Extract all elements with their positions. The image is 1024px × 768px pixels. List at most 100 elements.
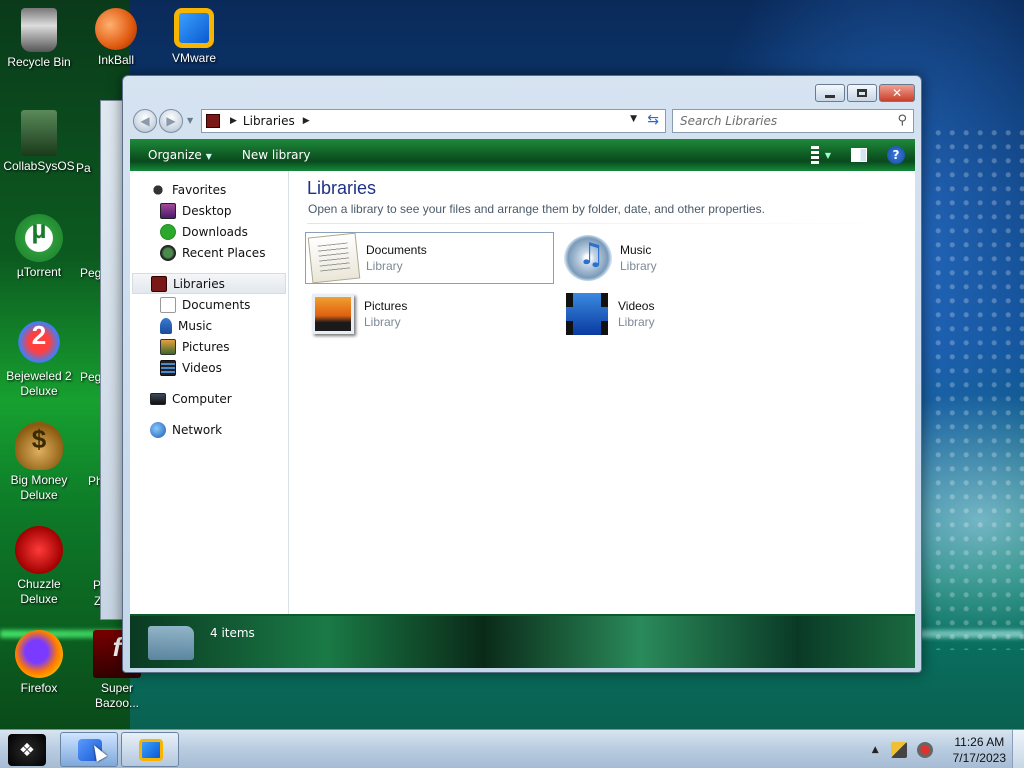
maximize-button[interactable] <box>847 84 877 102</box>
command-bar-right: ▼ ? <box>799 146 905 164</box>
organize-button[interactable]: Organize ▼ <box>148 148 212 162</box>
minimize-icon <box>825 94 835 98</box>
action-center-flag-icon[interactable] <box>890 742 907 758</box>
desktop-icon <box>160 202 176 219</box>
close-button[interactable]: ✕ <box>879 84 915 102</box>
desktop-icon-label: VMware <box>171 51 216 65</box>
nav-videos[interactable]: Videos <box>130 357 288 378</box>
nav-label: Recent Places <box>182 245 266 260</box>
computer-icon <box>150 392 166 405</box>
address-bar[interactable]: ▶ Libraries ▶ ▼ ⇆ <box>201 109 666 133</box>
desktop-icon-label: µTorrent <box>16 265 62 279</box>
clock-date: 7/17/2023 <box>952 751 1006 765</box>
start-button[interactable]: ❖ <box>8 734 46 766</box>
windows-logo-icon: ❖ <box>18 739 36 761</box>
recent-pages-dropdown-icon[interactable]: ▼ <box>187 116 193 125</box>
back-arrow-icon: ◀ <box>140 114 150 128</box>
nav-favorites[interactable]: Favorites <box>130 179 288 200</box>
wallpaper-bubbles <box>934 130 1024 650</box>
nav-label: Favorites <box>172 182 227 197</box>
desktop-icon-utorrent[interactable]: µ µTorrent <box>0 214 78 280</box>
libraries-icon <box>151 275 167 292</box>
nav-documents[interactable]: Documents <box>130 294 288 315</box>
nav-network[interactable]: Network <box>130 419 288 440</box>
search-input[interactable]: Search Libraries ⚲ <box>672 109 914 133</box>
back-button[interactable]: ◀ <box>133 109 157 133</box>
library-tile-pictures[interactable]: Pictures Library <box>305 288 554 340</box>
big-money-icon: $ <box>15 422 63 470</box>
desktop-icon-label: InkBall <box>97 53 135 67</box>
system-tray: ▲ 11:26 AM 7/17/2023 <box>872 734 1006 766</box>
utorrent-icon: µ <box>15 214 63 262</box>
breadcrumb-libraries[interactable]: Libraries <box>243 114 295 128</box>
nav-label: Documents <box>182 297 251 312</box>
nav-downloads[interactable]: Downloads <box>130 221 288 242</box>
new-library-button[interactable]: New library <box>242 148 311 162</box>
desktop-icon-label: Big Money Deluxe <box>10 473 68 502</box>
desktop-icon-firefox[interactable]: Firefox <box>0 630 78 696</box>
content-pane: Libraries Open a library to see your fil… <box>289 171 915 614</box>
clock-time: 11:26 AM <box>954 735 1005 749</box>
minimize-button[interactable] <box>815 84 845 102</box>
tile-name: Videos <box>618 299 655 313</box>
details-pane: 4 items <box>130 614 915 668</box>
libraries-folder-icon <box>148 626 194 660</box>
show-hidden-icons-icon[interactable]: ▲ <box>872 745 879 755</box>
address-dropdown-icon[interactable]: ▼ <box>630 114 637 124</box>
breadcrumb-chevron-icon[interactable]: ▶ <box>230 116 237 126</box>
command-bar: Organize ▼ New library ▼ ? <box>130 139 915 171</box>
show-desktop-button[interactable] <box>1012 730 1024 768</box>
desktop-icon-label: Super Bazoo... <box>94 681 140 710</box>
nav-desktop[interactable]: Desktop <box>130 200 288 221</box>
page-subtitle: Open a library to see your files and arr… <box>308 202 765 216</box>
desktop-icon-big-money[interactable]: $ Big Money Deluxe <box>0 422 78 503</box>
library-tile-documents[interactable]: Documents Library <box>305 232 554 284</box>
music-icon <box>160 317 172 334</box>
search-placeholder: Search Libraries <box>680 114 778 128</box>
desktop-icon-bejeweled[interactable]: 2 Bejeweled 2 Deluxe <box>0 318 78 399</box>
forward-arrow-icon: ▶ <box>166 114 176 128</box>
caption-buttons: ✕ <box>813 84 915 102</box>
refresh-icon[interactable]: ⇆ <box>647 112 659 128</box>
header-divider <box>307 223 899 224</box>
volume-muted-icon[interactable] <box>916 742 933 758</box>
inkball-icon <box>95 8 137 50</box>
change-view-icon[interactable] <box>810 146 819 164</box>
vmware-icon <box>139 739 163 761</box>
desktop-icon-vmware[interactable]: VMware <box>155 8 233 66</box>
tile-name: Music <box>620 243 652 257</box>
preview-pane-icon[interactable] <box>851 148 867 162</box>
organize-label: Organize <box>148 148 202 162</box>
vmware-icon <box>174 8 214 48</box>
nav-libraries[interactable]: Libraries <box>132 273 286 294</box>
nav-label: Pictures <box>182 339 230 354</box>
chevron-down-icon: ▼ <box>205 152 212 161</box>
forward-button[interactable]: ▶ <box>159 109 183 133</box>
nav-label: Computer <box>172 391 232 406</box>
music-library-icon <box>564 235 612 281</box>
recycle-bin-icon <box>21 8 57 52</box>
help-icon[interactable]: ? <box>887 146 905 164</box>
nav-label: Desktop <box>182 203 232 218</box>
clock[interactable]: 11:26 AM 7/17/2023 <box>953 734 1006 766</box>
nav-pictures[interactable]: Pictures <box>130 336 288 357</box>
desktop-icon-chuzzle[interactable]: Chuzzle Deluxe <box>0 526 78 607</box>
nav-music[interactable]: Music <box>130 315 288 336</box>
desktop-icon-recycle-bin[interactable]: Recycle Bin <box>0 8 78 70</box>
desktop-icon-inkball[interactable]: InkBall <box>77 8 155 68</box>
nav-computer[interactable]: Computer <box>130 388 288 409</box>
breadcrumb-chevron-icon[interactable]: ▶ <box>303 116 310 126</box>
search-icon[interactable]: ⚲ <box>897 113 907 128</box>
pictures-library-icon <box>312 294 354 334</box>
tile-type: Library <box>618 315 655 329</box>
desktop-icon-collabsysos[interactable]: CollabSysOS <box>0 110 78 174</box>
view-options-dropdown-icon[interactable]: ▼ <box>825 151 831 160</box>
nav-recent-places[interactable]: Recent Places <box>130 242 288 263</box>
library-tile-music[interactable]: Music Library <box>559 232 808 284</box>
library-tile-videos[interactable]: Videos Library <box>559 288 808 340</box>
nav-label: Videos <box>182 360 222 375</box>
taskbar-button-vmware[interactable] <box>121 732 179 767</box>
taskbar: ❖ ▲ 11:26 AM 7/17/2023 <box>0 729 1024 768</box>
maximize-icon <box>857 89 867 97</box>
